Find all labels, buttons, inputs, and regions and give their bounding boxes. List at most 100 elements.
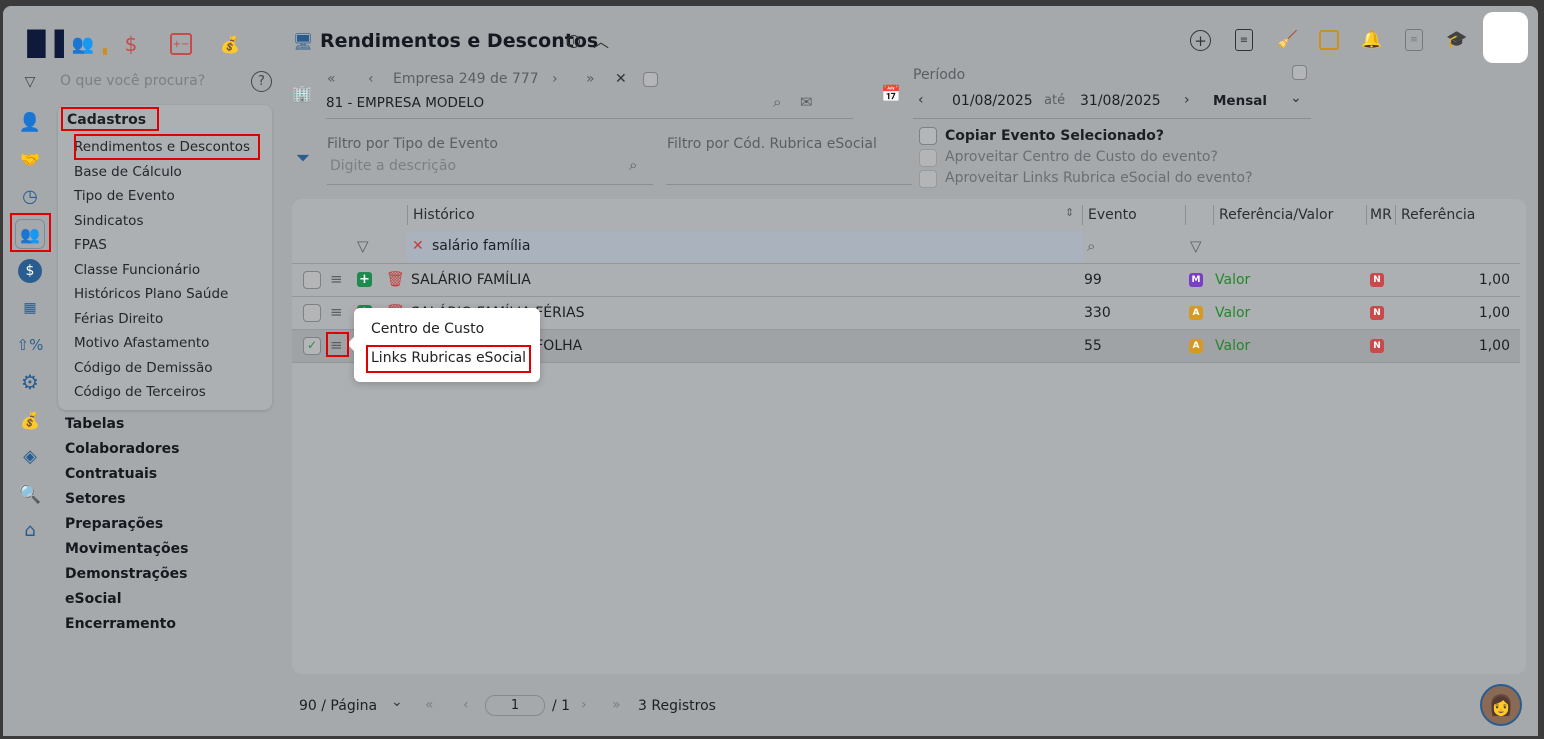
table-row[interactable]: ≡ + 🗑 SALÁRIO FAMÍLIA 99 M Valor N 1,00 — [292, 263, 1520, 296]
clock-icon[interactable]: ◷ — [18, 184, 42, 208]
handshake-icon[interactable]: 🤝 — [18, 147, 42, 171]
next-period-button[interactable]: › — [1184, 92, 1190, 108]
period-ate: até — [1044, 93, 1066, 108]
menu-group-esocial[interactable]: eSocial — [65, 591, 122, 607]
evento-search-icon[interactable]: ⌕ — [1087, 237, 1095, 255]
historico-filter-value[interactable]: salário família — [432, 238, 530, 254]
menu-item-classe[interactable]: Classe Funcionário — [74, 262, 200, 278]
col-refval[interactable]: Referência/Valor — [1219, 207, 1333, 223]
per-page-chevron-icon[interactable]: ⌄ — [391, 694, 403, 710]
periodo-checkbox[interactable] — [1292, 65, 1307, 80]
user-settings-icon[interactable]: 👤 — [18, 110, 42, 134]
search-rail-icon[interactable]: 🔍 — [18, 482, 42, 506]
tipo-search-icon[interactable]: ⌕ — [629, 156, 637, 174]
menu-group-preparacoes[interactable]: Preparações — [65, 516, 163, 532]
copiar-checkbox[interactable] — [919, 127, 937, 145]
next-page-button[interactable]: › — [581, 697, 587, 713]
dollar-icon[interactable]: $ — [120, 32, 142, 56]
avatar[interactable]: 👩 — [1480, 684, 1522, 726]
menu-centro-custo[interactable]: Centro de Custo — [371, 321, 484, 337]
first-empresa-button[interactable]: « — [327, 71, 336, 87]
page-input[interactable]: 1 — [485, 695, 545, 716]
filter-icon[interactable]: ▽ — [20, 72, 40, 92]
col-referencia[interactable]: Referência — [1401, 207, 1475, 223]
menu-item-demissao[interactable]: Código de Demissão — [74, 360, 213, 376]
info-icon[interactable]: i — [567, 35, 580, 48]
prev-page-button[interactable]: ‹ — [463, 697, 469, 713]
people-icon[interactable]: 👥 — [72, 32, 94, 56]
empresa-name[interactable]: 81 - EMPRESA MODELO — [326, 95, 484, 111]
add-icon[interactable]: + — [357, 272, 372, 287]
row-checkbox[interactable]: ✓ — [303, 337, 321, 355]
prev-period-button[interactable]: ‹ — [918, 92, 924, 108]
tipo-filter-icon[interactable]: ▽ — [1190, 237, 1202, 255]
clear-filter-icon[interactable]: ✕ — [412, 238, 424, 254]
last-page-button[interactable]: » — [612, 697, 621, 713]
app-logo: ▐▌▌ — [18, 30, 74, 58]
menu-item-terceiros[interactable]: Código de Terceiros — [74, 384, 206, 400]
menu-item-tipo-evento[interactable]: Tipo de Evento — [74, 188, 175, 204]
graduation-cap-icon[interactable]: 🎓 — [1445, 29, 1469, 51]
trash-icon[interactable]: 🗑 — [386, 270, 405, 288]
menu-group-movimentacoes[interactable]: Movimentações — [65, 541, 188, 557]
help-icon[interactable]: ? — [251, 71, 272, 92]
layers-icon[interactable]: ◈ — [18, 444, 42, 468]
menu-group-colaboradores[interactable]: Colaboradores — [65, 441, 180, 457]
prev-empresa-button[interactable]: ‹ — [368, 71, 374, 87]
first-page-button[interactable]: « — [425, 697, 434, 713]
mail-icon[interactable]: ✉ — [800, 93, 813, 111]
period-end[interactable]: 31/08/2025 — [1080, 93, 1161, 109]
empresa-checkbox[interactable] — [643, 72, 658, 87]
menu-item-ferias[interactable]: Férias Direito — [74, 311, 163, 327]
home-icon[interactable]: ⌂ — [18, 518, 42, 542]
tipo-evento-input[interactable]: Digite a descrição — [330, 158, 456, 174]
search-empresa-icon[interactable]: ⌕ — [773, 93, 781, 111]
calculator-rail-icon[interactable]: ▦ — [18, 296, 42, 320]
menu-group-tabelas[interactable]: Tabelas — [65, 416, 124, 432]
column-filter-icon[interactable]: ▽ — [357, 237, 369, 255]
menu-item-motivo[interactable]: Motivo Afastamento — [74, 335, 209, 351]
chevron-up-icon[interactable]: ︿ — [591, 30, 611, 51]
row-checkbox[interactable] — [303, 304, 321, 322]
next-empresa-button[interactable]: › — [552, 71, 558, 87]
menu-group-setores[interactable]: Setores — [65, 491, 126, 507]
dollar-circle-icon[interactable]: $ — [18, 259, 42, 283]
links-checkbox[interactable] — [919, 170, 937, 188]
historico-filter[interactable]: ✕ salário família — [407, 231, 1083, 263]
row-menu-icon[interactable]: ≡ — [330, 303, 343, 321]
menu-item-sindicatos[interactable]: Sindicatos — [74, 213, 143, 229]
menu-group-encerramento[interactable]: Encerramento — [65, 616, 176, 632]
search-input[interactable]: O que você procura? — [60, 73, 205, 89]
menu-item-fpas[interactable]: FPAS — [74, 237, 107, 253]
calculator-icon[interactable]: +− — [170, 33, 192, 55]
note-icon[interactable] — [1319, 30, 1339, 50]
sort-icon[interactable]: ⇕ — [1065, 206, 1074, 219]
bell-icon[interactable]: 🔔 — [1361, 29, 1383, 51]
col-evento[interactable]: Evento — [1088, 207, 1137, 223]
row-checkbox[interactable] — [303, 271, 321, 289]
centro-checkbox[interactable] — [919, 149, 937, 167]
report-search-icon[interactable]: ≡ — [1405, 29, 1423, 51]
money-bag-icon[interactable]: 💰 — [219, 32, 241, 56]
menu-item-base-calculo[interactable]: Base de Cálculo — [74, 164, 182, 180]
menu-group-demonstracoes[interactable]: Demonstrações — [65, 566, 187, 582]
col-sep — [1395, 205, 1396, 225]
document-icon[interactable]: ≡ — [1235, 29, 1253, 51]
col-historico[interactable]: Histórico — [413, 207, 475, 223]
rubrica-label: Filtro por Cód. Rubrica eSocial — [667, 136, 877, 152]
add-circle-icon[interactable]: + — [1190, 30, 1211, 51]
clear-empresa-icon[interactable]: ✕ — [615, 71, 627, 87]
col-mr[interactable]: MR — [1370, 207, 1392, 223]
last-empresa-button[interactable]: » — [586, 71, 595, 87]
per-page-select[interactable]: 90 / Página — [299, 698, 377, 714]
menu-item-historicos[interactable]: Históricos Plano Saúde — [74, 286, 228, 302]
menu-group-contratuais[interactable]: Contratuais — [65, 466, 157, 482]
broom-icon[interactable]: 🧹 — [1276, 29, 1300, 51]
period-type-select[interactable]: Mensal — [1213, 93, 1267, 109]
chevron-down-icon[interactable]: ⌄ — [1290, 90, 1302, 106]
money-bag-rail-icon[interactable]: 💰 — [18, 408, 42, 432]
gear-icon[interactable]: ⚙ — [18, 370, 42, 394]
period-start[interactable]: 01/08/2025 — [952, 93, 1033, 109]
row-menu-icon[interactable]: ≡ — [330, 270, 343, 288]
percent-icon[interactable]: ⇧% — [17, 333, 44, 357]
